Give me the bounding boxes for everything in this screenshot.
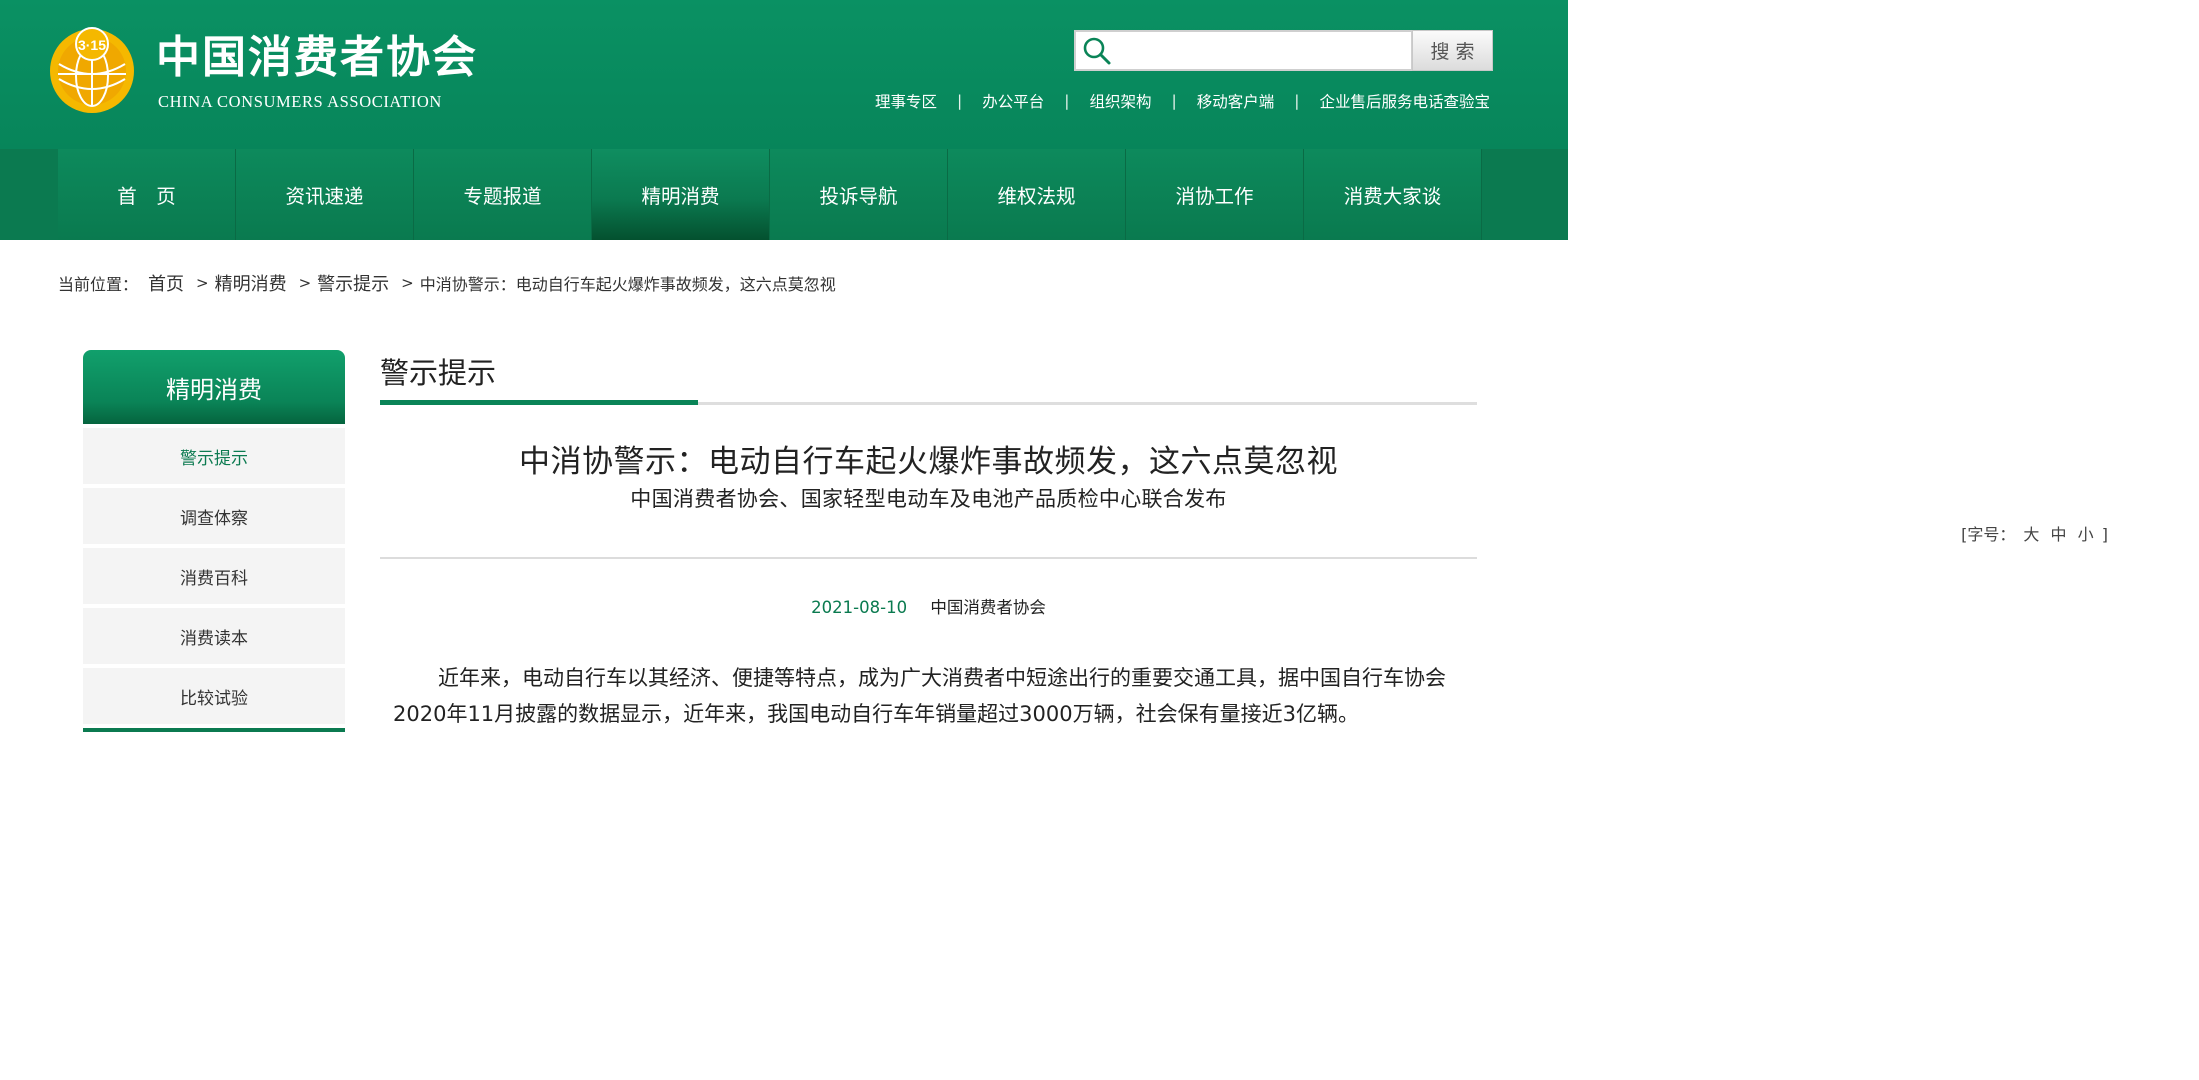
sidebar-item-warnings[interactable]: 警示提示 — [83, 428, 345, 484]
font-size-medium-button[interactable]: 中 — [2051, 525, 2067, 544]
font-size-small-button[interactable]: 小 — [2078, 525, 2094, 544]
breadcrumb: 当前位置： 首页 > 精明消费 > 警示提示 > 中消协警示：电动自行车起火爆炸… — [58, 270, 836, 296]
sidebar-bottom-bar — [83, 728, 345, 732]
sidebar-item-comparison-tests[interactable]: 比较试验 — [83, 668, 345, 724]
sidebar-item-encyclopedia[interactable]: 消费百科 — [83, 548, 345, 604]
top-link-mobile[interactable]: 移动客户端 — [1197, 90, 1275, 112]
main-nav: 首 页 资讯速递 专题报道 精明消费 投诉导航 维权法规 消协工作 消费大家谈 — [0, 149, 1568, 240]
breadcrumb-smart-consumption[interactable]: 精明消费 — [215, 270, 287, 296]
article-date: 2021-08-10 — [811, 598, 908, 617]
search-input[interactable] — [1116, 36, 1410, 66]
search-box[interactable] — [1074, 30, 1413, 71]
font-size-control: [字号： 大 中 小 ] — [1961, 521, 2108, 545]
search-button[interactable]: 搜索 — [1412, 30, 1493, 71]
font-size-large-button[interactable]: 大 — [2023, 525, 2039, 544]
site-header: 3·15 中国消费者协会 CHINA CONSUMERS ASSOCIATION… — [0, 0, 1568, 149]
section-divider-accent — [380, 400, 698, 405]
nav-item-smart-consumption[interactable]: 精明消费 — [592, 149, 770, 240]
breadcrumb-home[interactable]: 首页 — [148, 270, 184, 296]
top-link-organization[interactable]: 组织架构 — [1089, 90, 1151, 112]
search-icon — [1083, 37, 1111, 65]
top-link-council[interactable]: 理事专区 — [875, 90, 937, 112]
breadcrumb-arrow: > — [298, 274, 312, 292]
article-source: 中国消费者协会 — [930, 598, 1046, 617]
top-link-separator: | — [1064, 92, 1070, 110]
breadcrumb-prefix: 当前位置： — [58, 275, 139, 294]
nav-item-news[interactable]: 资讯速递 — [236, 149, 414, 240]
top-link-separator: | — [1294, 92, 1300, 110]
top-link-service-check[interactable]: 企业售后服务电话查验宝 — [1319, 90, 1490, 112]
breadcrumb-warnings[interactable]: 警示提示 — [317, 270, 389, 296]
sidebar-item-readers[interactable]: 消费读本 — [83, 608, 345, 664]
top-link-separator: | — [957, 92, 963, 110]
logo-subtitle: CHINA CONSUMERS ASSOCIATION — [158, 92, 442, 111]
nav-item-association-work[interactable]: 消协工作 — [1126, 149, 1304, 240]
top-links: 理事专区 | 办公平台 | 组织架构 | 移动客户端 | 企业售后服务电话查验宝 — [875, 90, 1490, 112]
sidebar-title: 精明消费 — [83, 350, 345, 424]
article-paragraph: 近年来，电动自行车以其经济、便捷等特点，成为广大消费者中短途出行的重要交通工具，… — [393, 666, 1446, 726]
article-subtitle: 中国消费者协会、国家轻型电动车及电池产品质检中心联合发布 — [630, 487, 1227, 511]
logo-title[interactable]: 中国消费者协会 — [156, 30, 478, 86]
top-link-office[interactable]: 办公平台 — [982, 90, 1044, 112]
sidebar: 精明消费 警示提示 调查体察 消费百科 消费读本 比较试验 — [83, 350, 345, 732]
content-divider — [380, 557, 1477, 559]
breadcrumb-arrow: > — [196, 274, 209, 292]
breadcrumb-current: 中消协警示：电动自行车起火爆炸事故频发，这六点莫忽视 — [419, 275, 836, 294]
sidebar-item-surveys[interactable]: 调查体察 — [83, 488, 345, 544]
article-title: 中消协警示：电动自行车起火爆炸事故频发，这六点莫忽视 — [519, 444, 1338, 480]
nav-item-complaint-guide[interactable]: 投诉导航 — [770, 149, 948, 240]
nav-item-home[interactable]: 首 页 — [58, 149, 236, 240]
font-size-close: ] — [2101, 525, 2108, 544]
section-title: 警示提示 — [380, 356, 497, 390]
nav-item-special-reports[interactable]: 专题报道 — [414, 149, 592, 240]
emblem-text: 3·15 — [78, 37, 106, 53]
nav-item-consumer-forum[interactable]: 消费大家谈 — [1304, 149, 1482, 240]
top-link-separator: | — [1171, 92, 1177, 110]
font-size-label: [字号： — [1961, 525, 2016, 544]
breadcrumb-arrow: > — [401, 274, 414, 292]
article-meta: 2021-08-10 中国消费者协会 — [380, 594, 1477, 618]
cca-emblem-icon[interactable]: 3·15 — [47, 24, 137, 114]
nav-item-rights-laws[interactable]: 维权法规 — [948, 149, 1126, 240]
